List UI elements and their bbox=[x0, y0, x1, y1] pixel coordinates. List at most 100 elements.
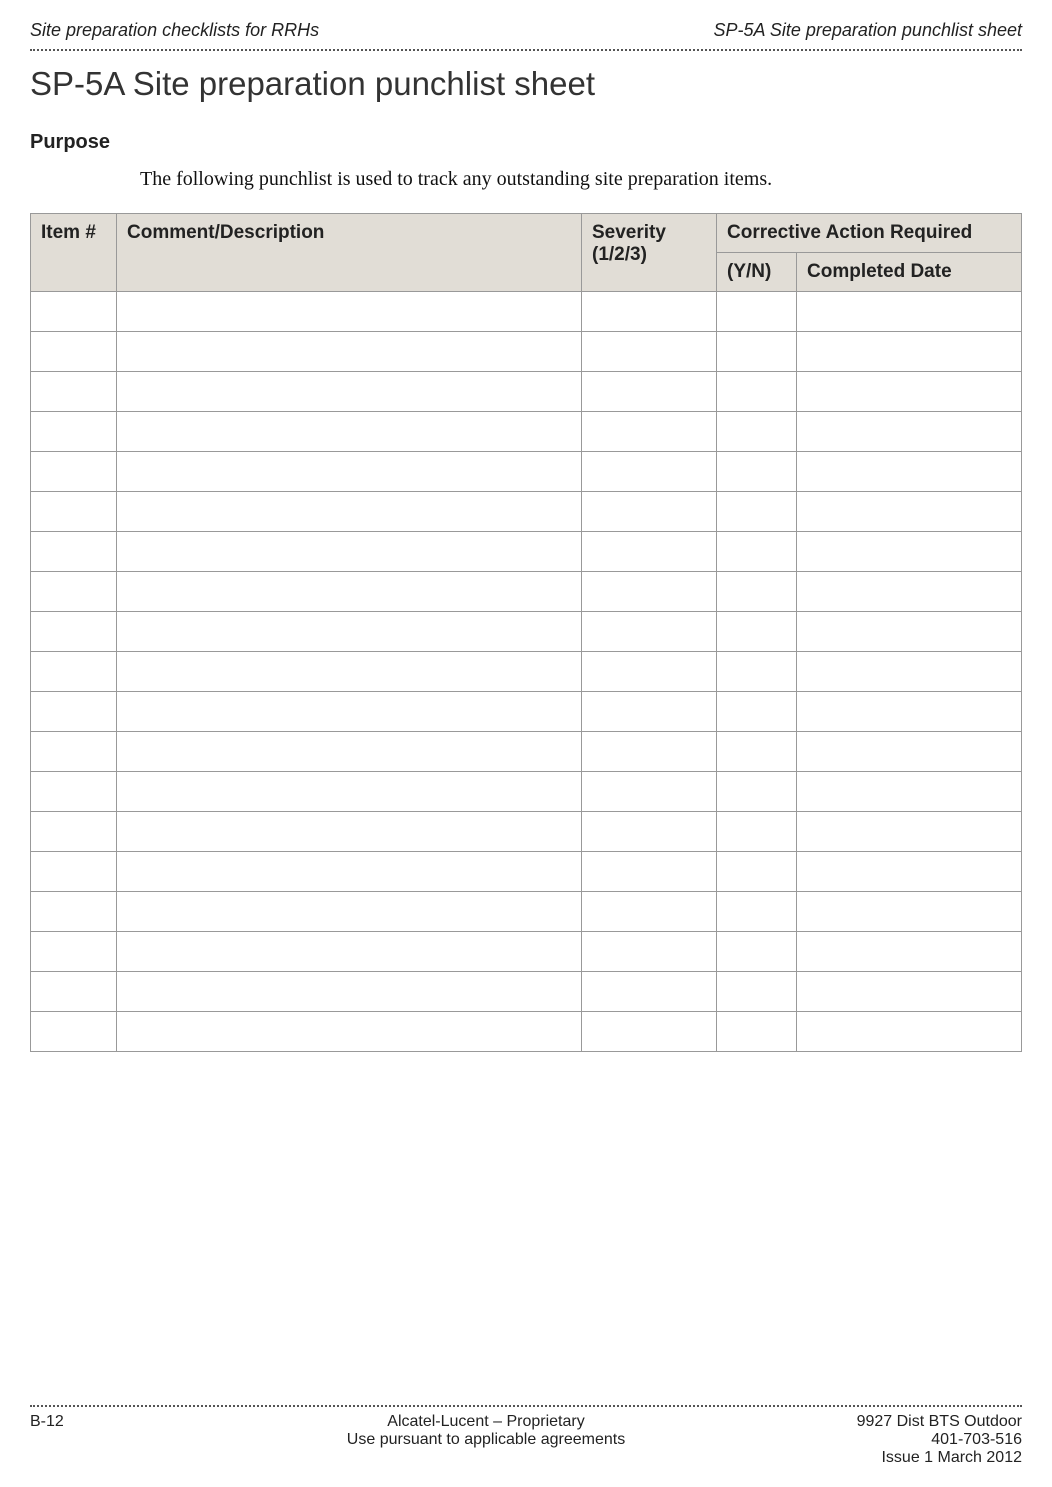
table-row bbox=[31, 492, 1022, 532]
cell-severity bbox=[582, 1012, 717, 1052]
punchlist-table: Item # Comment/Description Severity (1/2… bbox=[30, 213, 1022, 1052]
table-row bbox=[31, 412, 1022, 452]
cell-severity bbox=[582, 532, 717, 572]
cell-comment bbox=[117, 692, 582, 732]
page-title: SP-5A Site preparation punchlist sheet bbox=[30, 65, 1022, 103]
cell-yn bbox=[717, 332, 797, 372]
cell-item bbox=[31, 652, 117, 692]
table-row bbox=[31, 292, 1022, 332]
cell-item bbox=[31, 772, 117, 812]
cell-severity bbox=[582, 292, 717, 332]
cell-yn bbox=[717, 852, 797, 892]
cell-date bbox=[797, 892, 1022, 932]
cell-date bbox=[797, 932, 1022, 972]
footer-doc-title: 9927 Dist BTS Outdoor bbox=[822, 1413, 1022, 1431]
cell-yn bbox=[717, 892, 797, 932]
cell-comment bbox=[117, 852, 582, 892]
header-rule bbox=[30, 49, 1022, 51]
cell-item bbox=[31, 812, 117, 852]
table-row bbox=[31, 532, 1022, 572]
cell-item bbox=[31, 692, 117, 732]
cell-yn bbox=[717, 732, 797, 772]
cell-comment bbox=[117, 292, 582, 332]
cell-date bbox=[797, 332, 1022, 372]
cell-severity bbox=[582, 572, 717, 612]
table-row bbox=[31, 652, 1022, 692]
cell-yn bbox=[717, 452, 797, 492]
cell-date bbox=[797, 572, 1022, 612]
cell-item bbox=[31, 292, 117, 332]
cell-date bbox=[797, 492, 1022, 532]
cell-severity bbox=[582, 372, 717, 412]
col-header-severity: Severity (1/2/3) bbox=[582, 214, 717, 292]
cell-comment bbox=[117, 892, 582, 932]
cell-severity bbox=[582, 812, 717, 852]
col-header-comment: Comment/Description bbox=[117, 214, 582, 292]
cell-item bbox=[31, 852, 117, 892]
cell-comment bbox=[117, 452, 582, 492]
cell-item bbox=[31, 1012, 117, 1052]
col-header-date: Completed Date bbox=[797, 253, 1022, 292]
cell-item bbox=[31, 332, 117, 372]
cell-severity bbox=[582, 732, 717, 772]
cell-comment bbox=[117, 652, 582, 692]
table-row bbox=[31, 732, 1022, 772]
cell-date bbox=[797, 772, 1022, 812]
col-header-item: Item # bbox=[31, 214, 117, 292]
cell-date bbox=[797, 452, 1022, 492]
cell-comment bbox=[117, 1012, 582, 1052]
table-row bbox=[31, 612, 1022, 652]
cell-comment bbox=[117, 612, 582, 652]
table-row bbox=[31, 852, 1022, 892]
cell-item bbox=[31, 732, 117, 772]
cell-yn bbox=[717, 532, 797, 572]
footer-proprietary: Alcatel-Lucent – Proprietary bbox=[150, 1413, 822, 1431]
cell-severity bbox=[582, 692, 717, 732]
cell-item bbox=[31, 532, 117, 572]
cell-date bbox=[797, 292, 1022, 332]
cell-yn bbox=[717, 412, 797, 452]
page-footer: B-12 Alcatel-Lucent – Proprietary Use pu… bbox=[30, 1405, 1022, 1467]
cell-yn bbox=[717, 772, 797, 812]
cell-severity bbox=[582, 332, 717, 372]
col-header-corrective: Corrective Action Required bbox=[717, 214, 1022, 253]
cell-item bbox=[31, 972, 117, 1012]
table-row bbox=[31, 1012, 1022, 1052]
cell-yn bbox=[717, 372, 797, 412]
header-right: SP-5A Site preparation punchlist sheet bbox=[713, 20, 1022, 41]
table-row bbox=[31, 332, 1022, 372]
cell-severity bbox=[582, 892, 717, 932]
col-header-yn: (Y/N) bbox=[717, 253, 797, 292]
cell-comment bbox=[117, 332, 582, 372]
footer-right: 9927 Dist BTS Outdoor 401-703-516 Issue … bbox=[822, 1413, 1022, 1467]
cell-item bbox=[31, 372, 117, 412]
cell-severity bbox=[582, 772, 717, 812]
cell-comment bbox=[117, 812, 582, 852]
cell-date bbox=[797, 372, 1022, 412]
cell-comment bbox=[117, 572, 582, 612]
table-row bbox=[31, 692, 1022, 732]
cell-date bbox=[797, 412, 1022, 452]
cell-severity bbox=[582, 652, 717, 692]
cell-date bbox=[797, 852, 1022, 892]
cell-yn bbox=[717, 812, 797, 852]
cell-date bbox=[797, 812, 1022, 852]
cell-item bbox=[31, 572, 117, 612]
table-row bbox=[31, 812, 1022, 852]
cell-yn bbox=[717, 572, 797, 612]
cell-comment bbox=[117, 492, 582, 532]
cell-severity bbox=[582, 412, 717, 452]
table-row bbox=[31, 892, 1022, 932]
cell-severity bbox=[582, 972, 717, 1012]
cell-yn bbox=[717, 1012, 797, 1052]
cell-date bbox=[797, 692, 1022, 732]
cell-date bbox=[797, 1012, 1022, 1052]
cell-yn bbox=[717, 492, 797, 532]
cell-comment bbox=[117, 732, 582, 772]
footer-use-pursuant: Use pursuant to applicable agreements bbox=[150, 1431, 822, 1449]
footer-doc-number: 401-703-516 bbox=[822, 1431, 1022, 1449]
cell-date bbox=[797, 652, 1022, 692]
footer-center: Alcatel-Lucent – Proprietary Use pursuan… bbox=[150, 1413, 822, 1449]
table-row bbox=[31, 972, 1022, 1012]
cell-yn bbox=[717, 292, 797, 332]
